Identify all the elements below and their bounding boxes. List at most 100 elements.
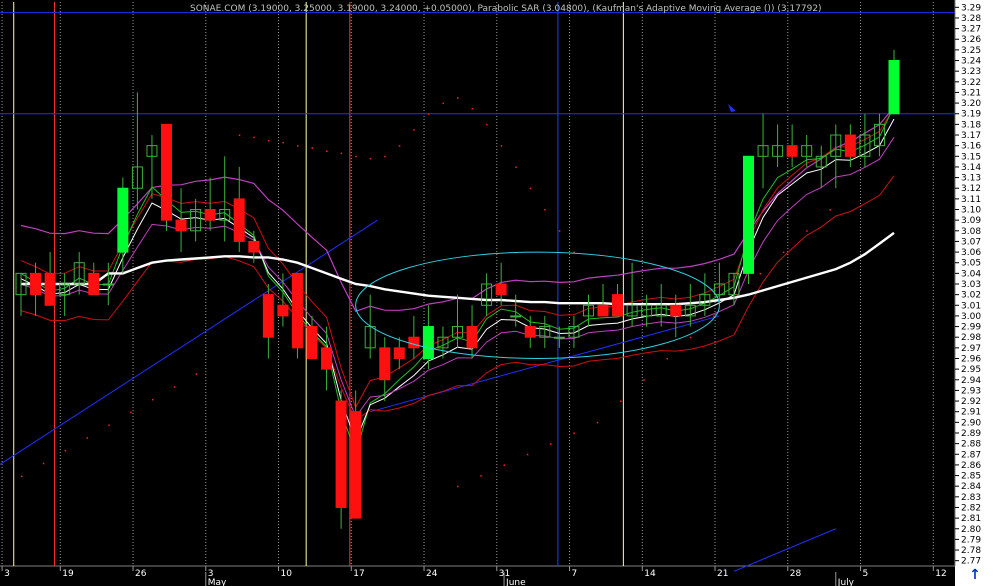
candle-body [670,304,682,317]
candle-body [161,123,172,221]
y-tick-label: 3.06 [961,248,981,258]
y-tick-label: 2.96 [961,354,981,364]
sar-dot [195,373,198,375]
chart-title: SONAE.COM (3.19000, 3.25000, 3.19000, 3.… [190,4,822,14]
sar-dot [326,150,328,152]
sar-dot [503,464,506,466]
y-tick-label: 2.92 [961,397,981,407]
scroll-up-arrow-icon[interactable]: ↑ [964,566,986,584]
sar-dot [442,102,444,105]
candle-body [117,187,129,253]
x-tick-label: 24 [426,569,438,579]
y-tick-label: 3.20 [961,99,981,109]
candle-body [786,145,798,157]
sar-dot [689,336,692,339]
y-tick-label: 2.86 [961,461,981,471]
y-tick-label: 3.10 [961,206,981,216]
y-tick-label: 2.80 [961,525,981,535]
y-tick-label: 3.11 [961,195,981,205]
sar-dot [486,123,488,126]
x-tick-label: 21 [717,569,728,579]
x-month-label: May [208,578,227,586]
y-tick-label: 2.99 [961,323,981,333]
sar-dot [21,475,23,478]
sar-dot [713,315,715,317]
y-tick-label: 3.00 [961,312,981,322]
sar-dot [296,145,299,147]
y-tick-label: 3.08 [961,227,981,237]
plot-area [0,0,955,566]
sar-dot [64,450,67,452]
sar-dot [666,357,669,360]
candle-body [844,134,856,157]
x-tick-label: 7 [572,569,578,579]
sar-dot [238,134,241,137]
y-tick-label: 3.09 [961,216,981,226]
x-tick-label: 3 [4,569,10,579]
sar-dot [413,129,415,131]
y-tick-label: 3.25 [961,46,981,56]
sar-dot [173,386,176,388]
x-tick-label: 28 [790,569,802,579]
y-tick-label: 3.24 [961,57,981,67]
sar-dot [515,166,517,168]
y-tick-label: 3.01 [961,301,981,311]
y-tick-label: 3.16 [961,142,981,152]
candle-body [44,272,56,306]
sar-dot [544,209,546,211]
candlestick-chart: 319263101724317142128512MayJuneJuly3.293… [0,0,994,586]
sar-dot [267,139,270,142]
sar-dot [355,155,357,158]
y-tick-label: 3.15 [961,152,981,162]
candle-body [335,400,347,508]
sar-dot [108,424,110,426]
candle-body [350,411,362,519]
sar-dot [782,251,785,254]
y-tick-label: 3.07 [961,237,981,247]
sar-dot [526,453,529,456]
y-tick-label: 2.79 [961,535,981,545]
sar-dot [130,411,132,414]
sar-dot [736,294,738,296]
candle-body [102,283,114,286]
sar-dot [457,97,459,99]
candle-body [204,209,216,221]
y-tick-label: 2.93 [961,386,981,396]
sar-dot [806,230,808,232]
candle-body [888,60,900,115]
y-tick-label: 2.94 [961,376,981,386]
sar-dot [384,155,386,158]
candle-body [30,272,42,296]
y-tick-label: 3.17 [961,131,981,141]
y-tick-label: 2.78 [961,546,981,556]
sar-dot [759,272,762,275]
sar-dot [558,230,561,232]
y-tick-label: 2.95 [961,365,981,375]
sar-dot [340,152,343,155]
sar-dot [86,437,88,439]
candle-body [743,155,754,274]
candle-body [321,347,333,370]
candle-body [612,294,624,317]
sar-dot [398,145,401,147]
y-tick-label: 3.02 [961,291,981,301]
sar-dot [471,107,474,110]
y-tick-label: 2.88 [961,440,981,450]
candle-body [393,347,405,359]
candle-body [510,315,522,318]
candle-body [422,326,434,359]
candle-body [175,219,187,232]
sar-dot [643,379,645,381]
x-tick-label: 26 [135,569,147,579]
sar-dot [42,462,45,465]
y-tick-label: 3.22 [961,78,981,88]
y-tick-label: 2.97 [961,344,981,354]
y-tick-label: 2.83 [961,493,981,503]
x-tick-label: 10 [281,569,293,579]
sar-dot [500,145,503,147]
y-tick-label: 3.12 [961,184,981,194]
sar-dot [550,443,552,445]
candle-body [597,304,609,317]
candle-body [291,272,303,349]
y-tick-label: 3.04 [961,269,981,279]
